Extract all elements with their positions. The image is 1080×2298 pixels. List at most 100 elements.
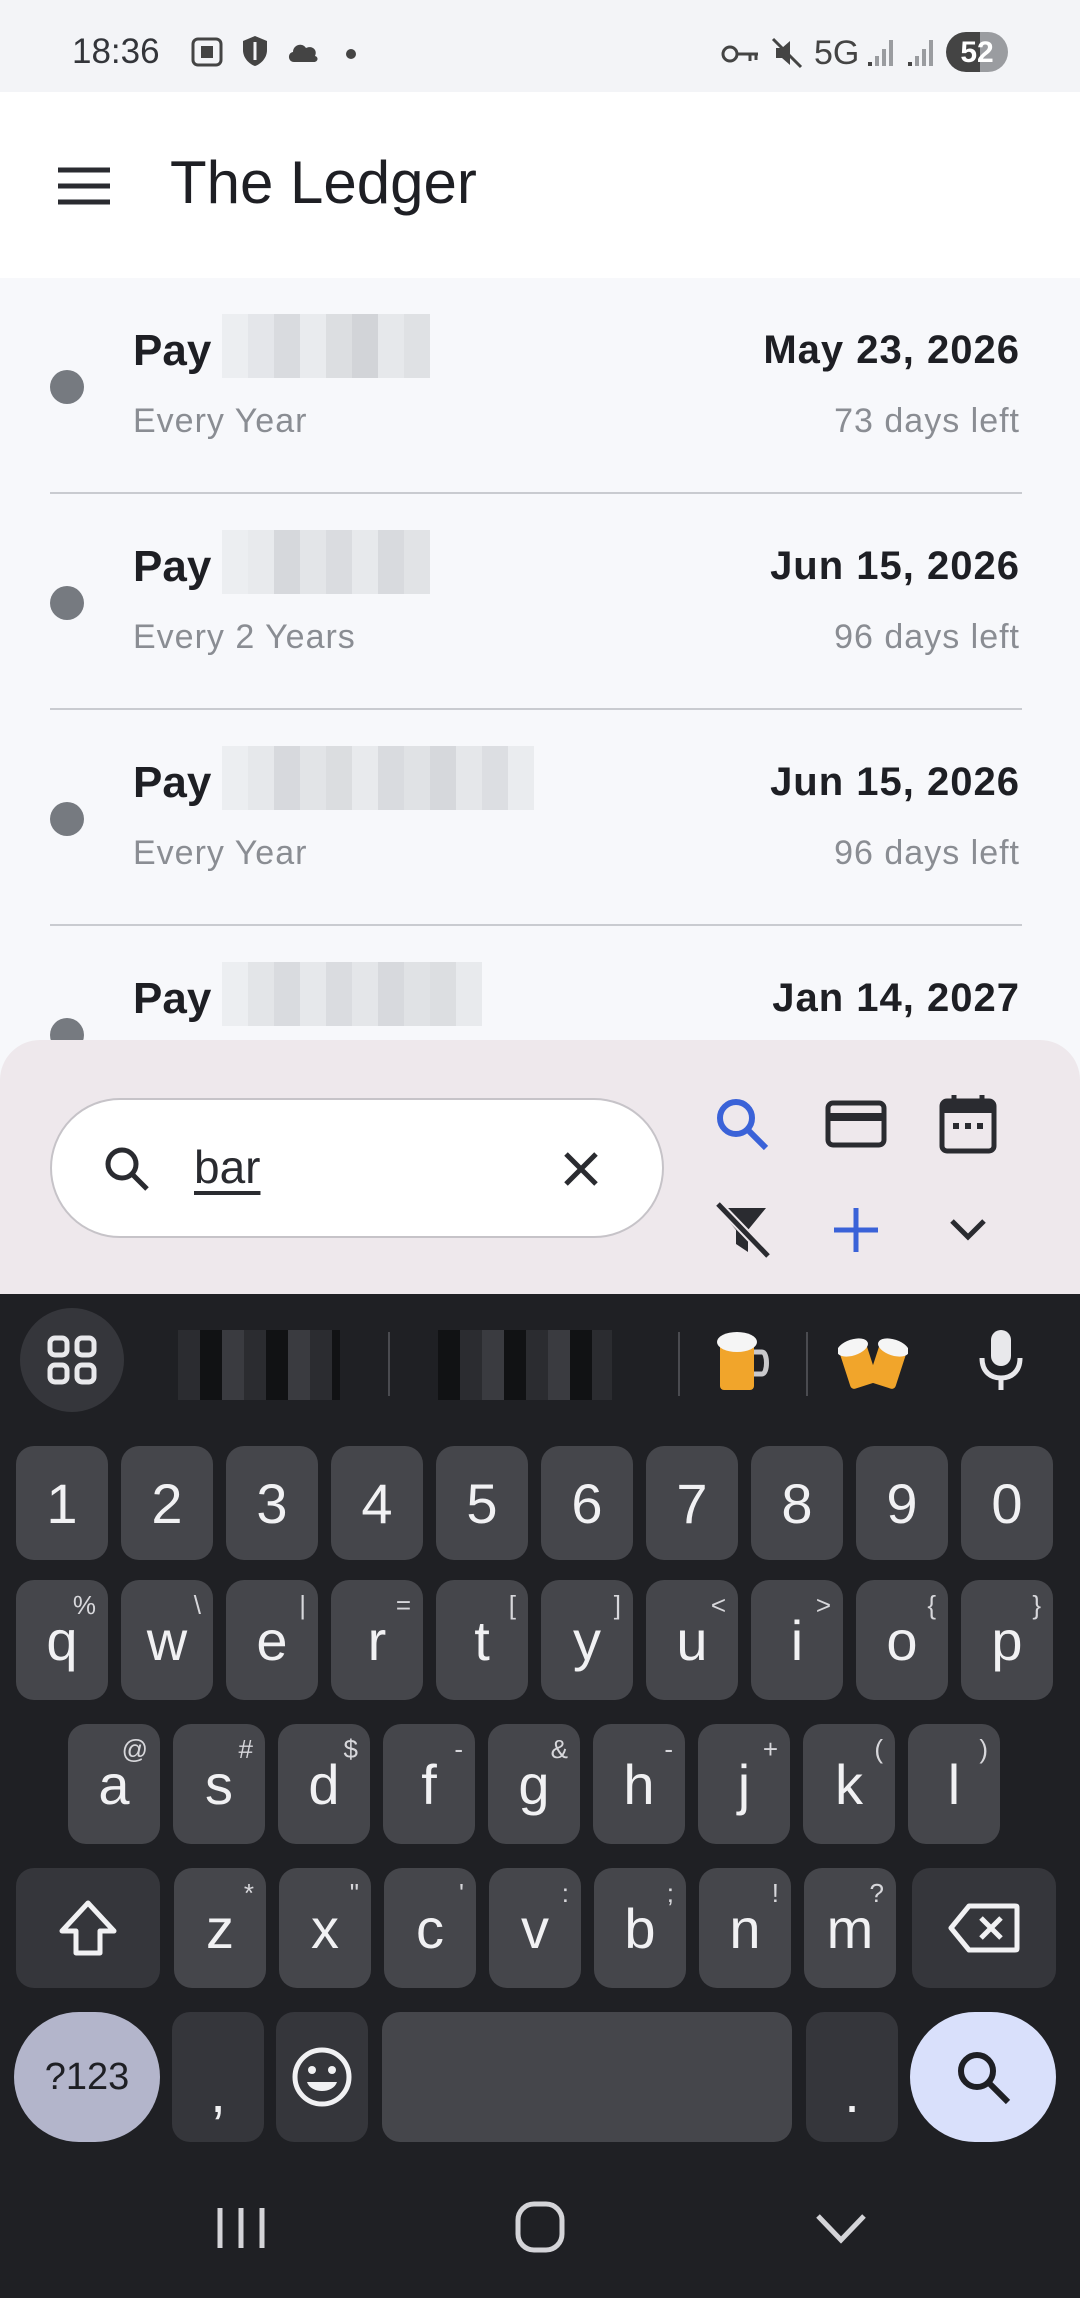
recents-icon[interactable]	[214, 2204, 268, 2252]
back-icon[interactable]	[814, 2212, 868, 2246]
key-i[interactable]: i >	[751, 1580, 843, 1700]
key-1[interactable]: 1	[16, 1446, 108, 1560]
add-icon[interactable]	[816, 1190, 896, 1270]
key-a[interactable]: a @	[68, 1724, 160, 1844]
key-label: 1	[46, 1471, 78, 1535]
system-nav-bar	[0, 2158, 1080, 2298]
key-s[interactable]: s #	[173, 1724, 265, 1844]
key-u[interactable]: u <	[646, 1580, 738, 1700]
list-item[interactable]: Pay Every Year Jun 15, 2026 96 days left	[0, 710, 1080, 926]
key-0[interactable]: 0	[961, 1446, 1053, 1560]
calendar-icon[interactable]	[928, 1084, 1008, 1164]
suggestion-redacted[interactable]	[438, 1330, 612, 1400]
key-secondary-label: +	[762, 1734, 778, 1764]
apps-grid-icon[interactable]	[20, 1308, 124, 1412]
key-secondary-label: !	[771, 1878, 779, 1908]
key-label: 2	[151, 1471, 183, 1535]
status-time: 18:36	[72, 32, 160, 71]
home-icon[interactable]	[514, 2200, 566, 2254]
key-d[interactable]: d $	[278, 1724, 370, 1844]
key-secondary-label: ?	[869, 1878, 884, 1908]
redacted-text	[222, 530, 430, 594]
key-n[interactable]: n!	[699, 1868, 791, 1988]
key-secondary-label: )	[979, 1734, 988, 1764]
key-g[interactable]: g &	[488, 1724, 580, 1844]
backspace-key[interactable]	[912, 1868, 1056, 1988]
key-b[interactable]: b;	[594, 1868, 686, 1988]
beer-mug-icon[interactable]	[714, 1328, 772, 1394]
key-q[interactable]: q%	[16, 1580, 108, 1700]
keyboard: ?123 , . 1 2 3 4 5 6 7 8 9 0 q% w \ e | r = t[y] u < i > o{p} a…	[0, 1294, 1080, 2298]
key-secondary-label: -	[454, 1734, 463, 1764]
key-k[interactable]: k(	[803, 1724, 895, 1844]
key-c[interactable]: c '	[384, 1868, 476, 1988]
item-name: Pay	[133, 974, 212, 1023]
symbols-key[interactable]: ?123	[14, 2012, 160, 2142]
key-3[interactable]: 3	[226, 1446, 318, 1560]
key-label: w	[146, 1608, 188, 1672]
dot-icon	[346, 49, 356, 59]
key-label: e	[256, 1608, 288, 1672]
chevron-down-icon[interactable]	[928, 1190, 1008, 1270]
key-m[interactable]: m?	[804, 1868, 896, 1988]
key-label: b	[624, 1896, 656, 1960]
key-label: y	[573, 1608, 601, 1672]
key-9[interactable]: 9	[856, 1446, 948, 1560]
key-j[interactable]: j +	[698, 1724, 790, 1844]
key-z[interactable]: z *	[174, 1868, 266, 1988]
key-x[interactable]: x "	[279, 1868, 371, 1988]
list-item[interactable]: Pay Every Year May 23, 2026 73 days left	[0, 278, 1080, 494]
key-label: 7	[676, 1471, 708, 1535]
network-type: 5G	[814, 34, 860, 72]
key-l[interactable]: l)	[908, 1724, 1000, 1844]
key-h[interactable]: h-	[593, 1724, 685, 1844]
key-8[interactable]: 8	[751, 1446, 843, 1560]
status-dot-icon	[50, 802, 84, 836]
key-4[interactable]: 4	[331, 1446, 423, 1560]
filter-off-icon[interactable]	[702, 1190, 782, 1270]
mute-icon	[770, 36, 804, 70]
item-name: Pay	[133, 758, 212, 807]
key-v[interactable]: v:	[489, 1868, 581, 1988]
menu-icon[interactable]	[54, 162, 114, 210]
shift-key[interactable]	[16, 1868, 160, 1988]
item-days-left: 96 days left	[834, 618, 1020, 656]
key-f[interactable]: f-	[383, 1724, 475, 1844]
clinking-beers-icon[interactable]	[838, 1328, 908, 1394]
list-item[interactable]: Pay Every 2 Years Jun 15, 2026 96 days l…	[0, 494, 1080, 710]
key-label: u	[676, 1608, 708, 1672]
key-t[interactable]: t[	[436, 1580, 528, 1700]
key-2[interactable]: 2	[121, 1446, 213, 1560]
symbols-label: ?123	[44, 2055, 130, 2098]
item-frequency: Every 2 Years	[133, 618, 356, 656]
item-frequency: Every Year	[133, 402, 308, 440]
suggestion-redacted[interactable]	[178, 1330, 340, 1400]
redacted-text	[222, 746, 534, 810]
key-7[interactable]: 7	[646, 1446, 738, 1560]
search-value[interactable]: bar	[194, 1140, 260, 1194]
comma-key[interactable]: ,	[172, 2012, 264, 2142]
key-y[interactable]: y]	[541, 1580, 633, 1700]
key-5[interactable]: 5	[436, 1446, 528, 1560]
spacebar[interactable]	[382, 2012, 792, 2142]
key-e[interactable]: e |	[226, 1580, 318, 1700]
key-6[interactable]: 6	[541, 1446, 633, 1560]
search-icon[interactable]	[702, 1084, 782, 1164]
key-label: r	[367, 1608, 387, 1672]
credit-card-icon[interactable]	[816, 1084, 896, 1164]
key-secondary-label: }	[1032, 1590, 1041, 1620]
emoji-key[interactable]	[276, 2012, 368, 2142]
search-input[interactable]: bar	[50, 1098, 664, 1238]
key-p[interactable]: p}	[961, 1580, 1053, 1700]
comma-label: ,	[210, 2060, 226, 2124]
redacted-text	[222, 314, 430, 378]
close-icon[interactable]	[558, 1146, 604, 1192]
key-r[interactable]: r =	[331, 1580, 423, 1700]
period-key[interactable]: .	[806, 2012, 898, 2142]
key-w[interactable]: w \	[121, 1580, 213, 1700]
list-item[interactable]: Pay Jan 14, 2027	[0, 926, 1080, 1058]
microphone-icon[interactable]	[976, 1328, 1026, 1392]
search-key[interactable]	[910, 2012, 1056, 2142]
key-o[interactable]: o{	[856, 1580, 948, 1700]
key-label: d	[308, 1752, 340, 1816]
